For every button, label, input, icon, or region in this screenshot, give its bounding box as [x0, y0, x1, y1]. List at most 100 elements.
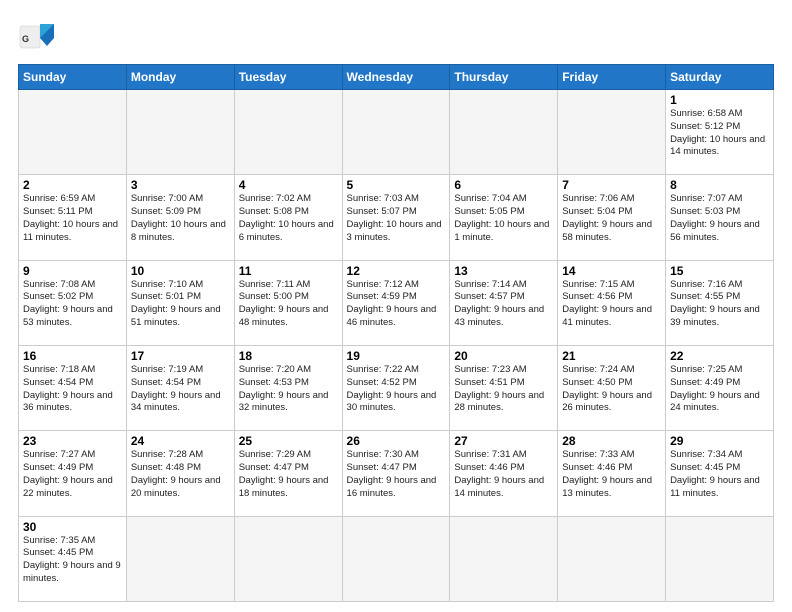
- day-info: Sunrise: 6:59 AM Sunset: 5:11 PM Dayligh…: [23, 193, 122, 244]
- day-number: 4: [239, 178, 338, 192]
- day-number: 14: [562, 264, 661, 278]
- calendar-table: SundayMondayTuesdayWednesdayThursdayFrid…: [18, 64, 774, 602]
- day-info: Sunrise: 7:29 AM Sunset: 4:47 PM Dayligh…: [239, 449, 338, 500]
- day-number: 22: [670, 349, 769, 363]
- calendar-week-row: 23Sunrise: 7:27 AM Sunset: 4:49 PM Dayli…: [19, 431, 774, 516]
- day-number: 3: [131, 178, 230, 192]
- calendar-cell: 14Sunrise: 7:15 AM Sunset: 4:56 PM Dayli…: [558, 260, 666, 345]
- weekday-header-friday: Friday: [558, 65, 666, 90]
- day-number: 7: [562, 178, 661, 192]
- day-number: 18: [239, 349, 338, 363]
- calendar-cell: 22Sunrise: 7:25 AM Sunset: 4:49 PM Dayli…: [666, 345, 774, 430]
- day-info: Sunrise: 7:34 AM Sunset: 4:45 PM Dayligh…: [670, 449, 769, 500]
- weekday-header-tuesday: Tuesday: [234, 65, 342, 90]
- calendar-cell: 17Sunrise: 7:19 AM Sunset: 4:54 PM Dayli…: [126, 345, 234, 430]
- calendar-cell: 24Sunrise: 7:28 AM Sunset: 4:48 PM Dayli…: [126, 431, 234, 516]
- day-info: Sunrise: 7:02 AM Sunset: 5:08 PM Dayligh…: [239, 193, 338, 244]
- calendar-cell: 13Sunrise: 7:14 AM Sunset: 4:57 PM Dayli…: [450, 260, 558, 345]
- calendar-cell: 28Sunrise: 7:33 AM Sunset: 4:46 PM Dayli…: [558, 431, 666, 516]
- calendar-cell: [126, 90, 234, 175]
- calendar-cell: 26Sunrise: 7:30 AM Sunset: 4:47 PM Dayli…: [342, 431, 450, 516]
- calendar-cell: 16Sunrise: 7:18 AM Sunset: 4:54 PM Dayli…: [19, 345, 127, 430]
- calendar-cell: 1Sunrise: 6:58 AM Sunset: 5:12 PM Daylig…: [666, 90, 774, 175]
- calendar-cell: 5Sunrise: 7:03 AM Sunset: 5:07 PM Daylig…: [342, 175, 450, 260]
- day-number: 26: [347, 434, 446, 448]
- calendar-cell: 8Sunrise: 7:07 AM Sunset: 5:03 PM Daylig…: [666, 175, 774, 260]
- calendar-cell: 11Sunrise: 7:11 AM Sunset: 5:00 PM Dayli…: [234, 260, 342, 345]
- day-info: Sunrise: 7:10 AM Sunset: 5:01 PM Dayligh…: [131, 279, 230, 330]
- day-number: 9: [23, 264, 122, 278]
- day-info: Sunrise: 6:58 AM Sunset: 5:12 PM Dayligh…: [670, 108, 769, 159]
- calendar-cell: 19Sunrise: 7:22 AM Sunset: 4:52 PM Dayli…: [342, 345, 450, 430]
- calendar-week-row: 2Sunrise: 6:59 AM Sunset: 5:11 PM Daylig…: [19, 175, 774, 260]
- calendar-cell: [234, 516, 342, 601]
- day-number: 8: [670, 178, 769, 192]
- day-info: Sunrise: 7:03 AM Sunset: 5:07 PM Dayligh…: [347, 193, 446, 244]
- day-number: 25: [239, 434, 338, 448]
- day-number: 30: [23, 520, 122, 534]
- calendar-week-row: 16Sunrise: 7:18 AM Sunset: 4:54 PM Dayli…: [19, 345, 774, 430]
- day-number: 12: [347, 264, 446, 278]
- weekday-header-sunday: Sunday: [19, 65, 127, 90]
- day-number: 24: [131, 434, 230, 448]
- page-header: G: [18, 18, 774, 56]
- calendar-cell: 20Sunrise: 7:23 AM Sunset: 4:51 PM Dayli…: [450, 345, 558, 430]
- day-number: 5: [347, 178, 446, 192]
- calendar-cell: [126, 516, 234, 601]
- day-info: Sunrise: 7:04 AM Sunset: 5:05 PM Dayligh…: [454, 193, 553, 244]
- day-info: Sunrise: 7:30 AM Sunset: 4:47 PM Dayligh…: [347, 449, 446, 500]
- day-info: Sunrise: 7:25 AM Sunset: 4:49 PM Dayligh…: [670, 364, 769, 415]
- weekday-header-monday: Monday: [126, 65, 234, 90]
- day-number: 19: [347, 349, 446, 363]
- day-info: Sunrise: 7:31 AM Sunset: 4:46 PM Dayligh…: [454, 449, 553, 500]
- day-number: 21: [562, 349, 661, 363]
- logo-icon: G: [18, 18, 56, 56]
- day-number: 29: [670, 434, 769, 448]
- logo: G: [18, 18, 60, 56]
- day-number: 17: [131, 349, 230, 363]
- calendar-cell: [558, 90, 666, 175]
- day-info: Sunrise: 7:00 AM Sunset: 5:09 PM Dayligh…: [131, 193, 230, 244]
- day-info: Sunrise: 7:15 AM Sunset: 4:56 PM Dayligh…: [562, 279, 661, 330]
- calendar-cell: 27Sunrise: 7:31 AM Sunset: 4:46 PM Dayli…: [450, 431, 558, 516]
- day-info: Sunrise: 7:35 AM Sunset: 4:45 PM Dayligh…: [23, 535, 122, 586]
- day-info: Sunrise: 7:33 AM Sunset: 4:46 PM Dayligh…: [562, 449, 661, 500]
- calendar-cell: 4Sunrise: 7:02 AM Sunset: 5:08 PM Daylig…: [234, 175, 342, 260]
- calendar-cell: [450, 516, 558, 601]
- calendar-cell: 6Sunrise: 7:04 AM Sunset: 5:05 PM Daylig…: [450, 175, 558, 260]
- day-info: Sunrise: 7:23 AM Sunset: 4:51 PM Dayligh…: [454, 364, 553, 415]
- day-info: Sunrise: 7:07 AM Sunset: 5:03 PM Dayligh…: [670, 193, 769, 244]
- calendar-cell: 12Sunrise: 7:12 AM Sunset: 4:59 PM Dayli…: [342, 260, 450, 345]
- day-number: 28: [562, 434, 661, 448]
- calendar-cell: 29Sunrise: 7:34 AM Sunset: 4:45 PM Dayli…: [666, 431, 774, 516]
- calendar-cell: [342, 90, 450, 175]
- calendar-week-row: 1Sunrise: 6:58 AM Sunset: 5:12 PM Daylig…: [19, 90, 774, 175]
- day-number: 11: [239, 264, 338, 278]
- day-number: 16: [23, 349, 122, 363]
- calendar-cell: 30Sunrise: 7:35 AM Sunset: 4:45 PM Dayli…: [19, 516, 127, 601]
- calendar-cell: 7Sunrise: 7:06 AM Sunset: 5:04 PM Daylig…: [558, 175, 666, 260]
- day-info: Sunrise: 7:06 AM Sunset: 5:04 PM Dayligh…: [562, 193, 661, 244]
- weekday-header-saturday: Saturday: [666, 65, 774, 90]
- calendar-cell: 15Sunrise: 7:16 AM Sunset: 4:55 PM Dayli…: [666, 260, 774, 345]
- day-info: Sunrise: 7:28 AM Sunset: 4:48 PM Dayligh…: [131, 449, 230, 500]
- weekday-header-thursday: Thursday: [450, 65, 558, 90]
- day-info: Sunrise: 7:18 AM Sunset: 4:54 PM Dayligh…: [23, 364, 122, 415]
- weekday-header-row: SundayMondayTuesdayWednesdayThursdayFrid…: [19, 65, 774, 90]
- calendar-cell: 18Sunrise: 7:20 AM Sunset: 4:53 PM Dayli…: [234, 345, 342, 430]
- calendar-cell: 23Sunrise: 7:27 AM Sunset: 4:49 PM Dayli…: [19, 431, 127, 516]
- day-number: 13: [454, 264, 553, 278]
- calendar-cell: [450, 90, 558, 175]
- day-number: 6: [454, 178, 553, 192]
- calendar-cell: [234, 90, 342, 175]
- svg-text:G: G: [22, 34, 29, 44]
- day-info: Sunrise: 7:16 AM Sunset: 4:55 PM Dayligh…: [670, 279, 769, 330]
- calendar-cell: [558, 516, 666, 601]
- day-number: 2: [23, 178, 122, 192]
- day-info: Sunrise: 7:14 AM Sunset: 4:57 PM Dayligh…: [454, 279, 553, 330]
- calendar-cell: [342, 516, 450, 601]
- calendar-cell: [666, 516, 774, 601]
- calendar-cell: 25Sunrise: 7:29 AM Sunset: 4:47 PM Dayli…: [234, 431, 342, 516]
- calendar-cell: [19, 90, 127, 175]
- weekday-header-wednesday: Wednesday: [342, 65, 450, 90]
